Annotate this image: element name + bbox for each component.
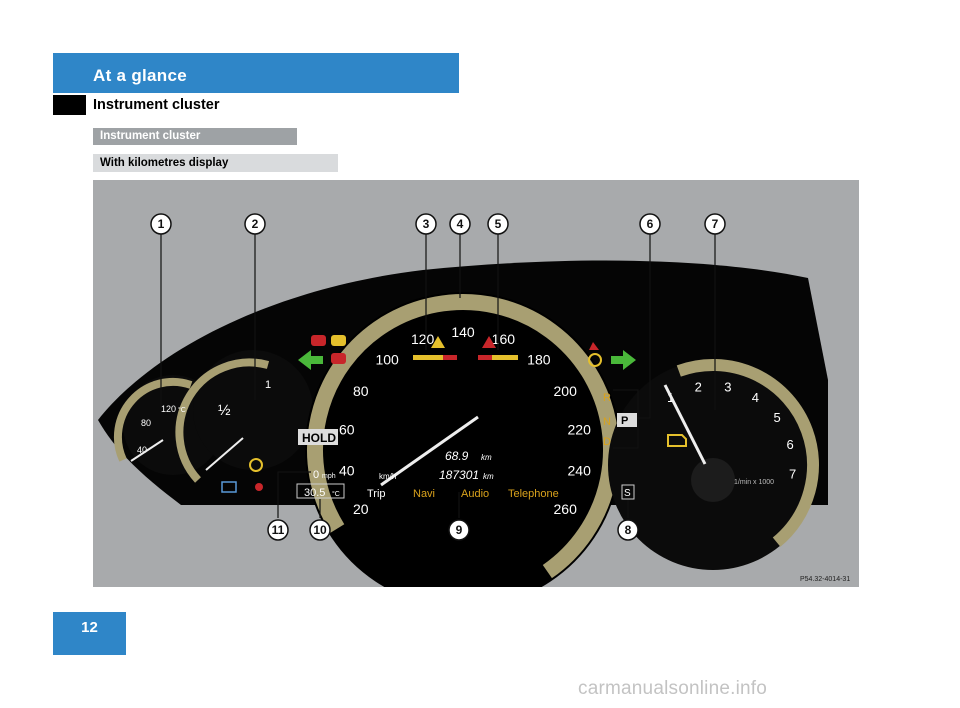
svg-text:S: S xyxy=(624,488,631,499)
section-tab-marker xyxy=(53,95,86,115)
odometer-unit: km xyxy=(483,472,494,481)
speedo-tick-60: 60 xyxy=(339,422,355,438)
menu-item-telephone: Telephone xyxy=(508,488,559,500)
callout-label-10: 10 xyxy=(313,523,327,537)
temp-unit: °C xyxy=(178,406,186,414)
abs-warning-icon xyxy=(331,353,346,364)
speedo-tick-80: 80 xyxy=(353,383,369,399)
image-code: P54.32-4014-31 xyxy=(800,576,850,583)
temp-tick-80: 80 xyxy=(141,418,151,428)
svg-text:P: P xyxy=(621,415,628,427)
instrument-cluster-figure: 20406080100120140160180200220240260 1234… xyxy=(93,180,859,587)
speedo-tick-40: 40 xyxy=(339,462,355,478)
callout-label-5: 5 xyxy=(495,217,502,231)
tacho-tick-3: 3 xyxy=(724,379,731,394)
subheading-instrument-cluster: Instrument cluster xyxy=(93,128,297,145)
outside-temp-unit: °C xyxy=(332,490,340,498)
page-heading: Instrument cluster xyxy=(93,97,220,113)
fuel-gauge xyxy=(193,350,313,470)
menu-item-audio: Audio xyxy=(461,488,489,500)
speedo-tick-140: 140 xyxy=(451,324,475,340)
page-number: 12 xyxy=(81,619,98,636)
airbag-icon xyxy=(255,483,263,491)
tacho-tick-5: 5 xyxy=(774,410,781,425)
odometer-value: 187301 xyxy=(439,468,479,482)
trip-unit: km xyxy=(481,453,492,462)
callout-label-11: 11 xyxy=(272,523,285,537)
callout-label-1: 1 xyxy=(158,217,165,231)
svg-text:HOLD: HOLD xyxy=(302,431,336,445)
speedo-unit: km/h xyxy=(379,472,396,481)
speedo-tick-120: 120 xyxy=(411,331,435,347)
callout-label-7: 7 xyxy=(712,217,719,231)
brake-warning-icon xyxy=(331,335,346,346)
tacho-tick-6: 6 xyxy=(787,437,794,452)
callout-label-2: 2 xyxy=(252,217,259,231)
subheading-kilometres-display: With kilometres display xyxy=(93,154,338,172)
gear-r: R xyxy=(603,392,611,404)
callout-label-4: 4 xyxy=(457,217,464,231)
section-title: At a glance xyxy=(93,66,187,85)
speedo-tick-20: 20 xyxy=(353,501,369,517)
speedo-tick-100: 100 xyxy=(375,352,399,368)
tacho-tick-7: 7 xyxy=(789,466,796,481)
speedo-tick-180: 180 xyxy=(527,352,551,368)
outside-temp: 30.5 xyxy=(304,487,325,499)
speedo-tick-160: 160 xyxy=(492,331,516,347)
callout-label-6: 6 xyxy=(647,217,654,231)
temp-tick-120: 120 xyxy=(161,404,176,414)
menu-item-trip: Trip xyxy=(367,488,386,500)
trip-value: 68.9 xyxy=(445,449,469,463)
parking-brake-icon xyxy=(311,335,326,346)
tacho-tick-2: 2 xyxy=(695,379,702,394)
fuel-tick-half: ½ xyxy=(218,402,231,419)
callout-label-8: 8 xyxy=(625,523,632,537)
tacho-tick-4: 4 xyxy=(752,390,759,405)
speedo-tick-260: 260 xyxy=(554,501,578,517)
fuel-tick-full: 1 xyxy=(265,379,271,391)
tacho-unit: 1/min x 1000 xyxy=(734,479,774,486)
callout-label-9: 9 xyxy=(456,523,463,537)
speedo-tick-240: 240 xyxy=(568,462,592,478)
speedo-tick-200: 200 xyxy=(554,383,578,399)
cruise-speed: 0 xyxy=(313,469,319,481)
cruise-unit: mph xyxy=(322,473,336,480)
callout-label-3: 3 xyxy=(423,217,430,231)
menu-item-navi: Navi xyxy=(413,488,435,500)
gear-n: N xyxy=(603,416,611,428)
watermark: carmanualsonline.info xyxy=(578,678,768,699)
speedo-tick-220: 220 xyxy=(568,422,592,438)
gear-d: D xyxy=(603,436,611,448)
